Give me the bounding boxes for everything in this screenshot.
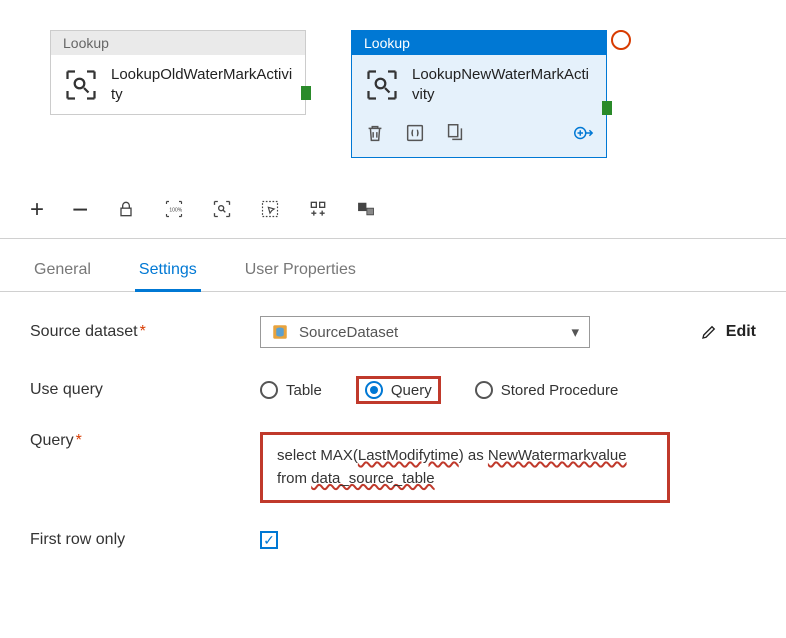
success-connector[interactable] <box>602 101 612 115</box>
success-connector[interactable] <box>301 86 311 100</box>
activity-name-label: LookupNewWaterMarkActivity <box>412 65 594 104</box>
zoom-fit-icon[interactable] <box>212 199 232 222</box>
property-tabs: General Settings User Properties <box>0 239 786 292</box>
lock-icon[interactable] <box>116 199 136 222</box>
settings-panel: Source dataset* SourceDataset ▾ Edit Use… <box>0 292 786 597</box>
zoom-100-icon[interactable]: 100% <box>164 199 184 222</box>
source-dataset-dropdown[interactable]: SourceDataset ▾ <box>260 316 590 348</box>
lookup-icon <box>364 67 400 103</box>
source-dataset-value: SourceDataset <box>299 324 398 341</box>
use-query-radio-group: Table Query Stored Procedure <box>260 376 618 404</box>
auto-align-icon[interactable] <box>308 199 328 222</box>
tab-user-properties[interactable]: User Properties <box>241 253 360 291</box>
first-row-only-label: First row only <box>30 531 240 549</box>
activity-name-label: LookupOldWaterMarkActivity <box>111 65 293 104</box>
delete-icon[interactable] <box>364 122 386 147</box>
lookup-icon <box>63 67 99 103</box>
caret-down-icon: ▾ <box>571 323 579 341</box>
check-icon: ✓ <box>263 533 275 547</box>
pipeline-canvas[interactable]: Lookup LookupOldWaterMarkActivity Lookup <box>0 0 786 178</box>
source-dataset-label: Source dataset* <box>30 323 240 341</box>
query-label: Query* <box>30 432 240 450</box>
radio-query[interactable]: Query <box>365 381 432 399</box>
activity-lookup-new-watermark[interactable]: Lookup LookupNewWaterMarkActivity <box>351 30 607 158</box>
zoom-in-button[interactable]: + <box>30 198 44 222</box>
svg-text:100%: 100% <box>170 207 183 213</box>
annotation-circle <box>611 30 631 50</box>
tab-general[interactable]: General <box>30 253 95 291</box>
canvas-toolbar: + − 100% <box>0 178 786 239</box>
pencil-icon <box>700 323 718 341</box>
layout-icon[interactable] <box>356 199 376 222</box>
code-icon[interactable] <box>404 122 426 147</box>
copy-icon[interactable] <box>444 122 466 147</box>
sql-datasource-icon <box>271 323 289 341</box>
activity-lookup-old-watermark[interactable]: Lookup LookupOldWaterMarkActivity <box>50 30 306 115</box>
zoom-out-button[interactable]: − <box>72 196 88 224</box>
tab-settings[interactable]: Settings <box>135 253 201 291</box>
radio-table[interactable]: Table <box>260 381 322 399</box>
use-query-label: Use query <box>30 381 240 399</box>
first-row-only-checkbox[interactable]: ✓ <box>260 531 278 549</box>
add-output-icon[interactable] <box>572 122 594 147</box>
activity-type-label: Lookup <box>352 31 606 55</box>
radio-stored-procedure[interactable]: Stored Procedure <box>475 381 619 399</box>
select-icon[interactable] <box>260 199 280 222</box>
query-textarea[interactable]: select MAX(LastModifytime) as NewWaterma… <box>260 432 670 503</box>
activity-type-label: Lookup <box>51 31 305 55</box>
edit-button[interactable]: Edit <box>700 323 756 341</box>
